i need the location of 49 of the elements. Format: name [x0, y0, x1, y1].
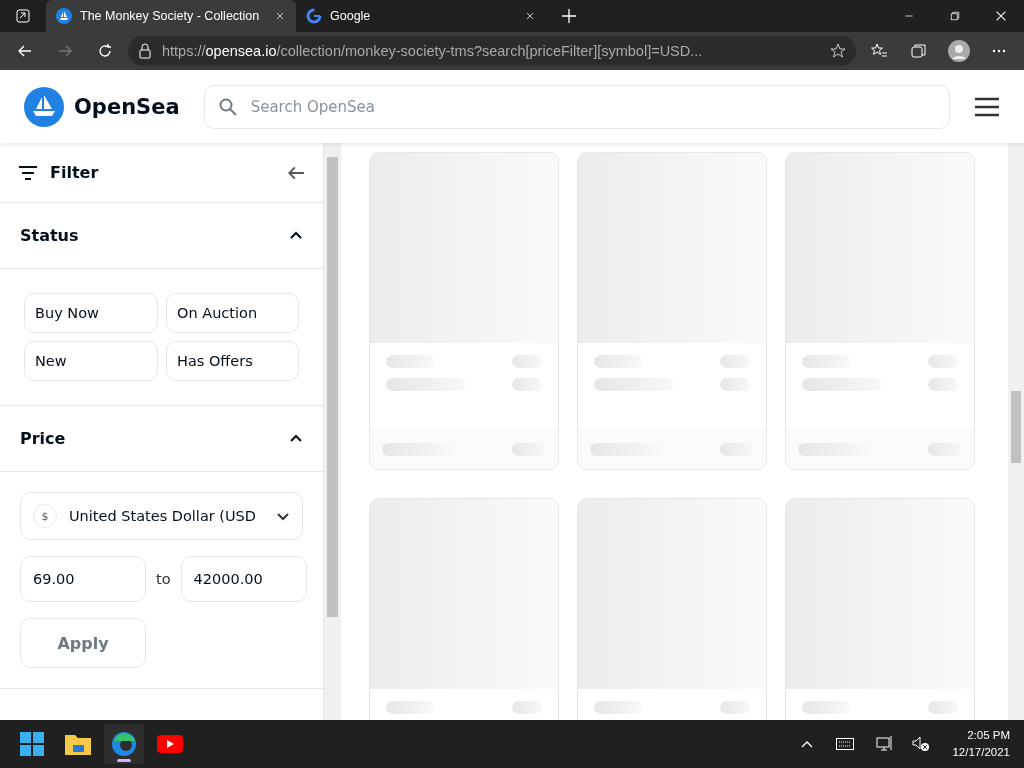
search-icon: [218, 97, 237, 116]
favorites-icon[interactable]: [871, 43, 887, 59]
profile-avatar-icon[interactable]: [948, 40, 970, 62]
keyboard-icon[interactable]: [836, 738, 855, 750]
status-option[interactable]: On Auction: [166, 293, 299, 333]
add-favorite-icon[interactable]: [830, 43, 846, 59]
filter-icon: [18, 165, 38, 180]
section-title: Status: [20, 226, 80, 245]
network-icon[interactable]: [876, 735, 895, 753]
scrollbar-thumb[interactable]: [1011, 391, 1021, 463]
search-bar[interactable]: Search OpenSea: [203, 84, 950, 129]
ship-logo-icon[interactable]: [24, 86, 64, 127]
back-icon[interactable]: [17, 43, 33, 59]
range-separator: to: [156, 571, 171, 587]
url-text: https://opensea.io/collection/monkey-society-tms?search[priceFilter][symbol]=USD...: [162, 43, 704, 59]
status-option[interactable]: Has Offers: [166, 341, 299, 381]
browser-tab[interactable]: Google: [296, 0, 546, 32]
restore-icon[interactable]: [949, 10, 961, 22]
clock[interactable]: 2:05 PM 12/17/2021: [952, 727, 1012, 761]
apply-button[interactable]: Apply: [20, 618, 146, 668]
min-price-field[interactable]: 69.00: [20, 556, 146, 602]
logo-text[interactable]: OpenSea: [74, 94, 180, 119]
menu-icon[interactable]: [974, 96, 1000, 117]
address-bar[interactable]: https://opensea.io/collection/monkey-society-tms?search[priceFilter][symbol]=USD...: [128, 36, 856, 66]
g-logo-icon: [306, 8, 322, 24]
status-option[interactable]: New: [24, 341, 158, 381]
wave-logo-icon: [111, 731, 137, 757]
currency-dropdown[interactable]: $ United States Dollar (USD: [20, 492, 303, 540]
status-option[interactable]: Buy Now: [24, 293, 158, 333]
close-icon[interactable]: [994, 9, 1008, 23]
lock-icon: [138, 43, 152, 59]
section-title: Price: [20, 429, 67, 448]
filter-title: Filter: [50, 163, 100, 182]
close-icon[interactable]: [524, 10, 536, 22]
max-price-field[interactable]: 42000.00: [180, 556, 307, 602]
tab-actions-icon[interactable]: [15, 8, 31, 24]
refresh-icon[interactable]: [97, 43, 113, 59]
scrollbar-thumb[interactable]: [327, 157, 338, 617]
folder-icon: [65, 733, 91, 755]
new-tab-icon[interactable]: [561, 8, 577, 24]
forward-icon[interactable]: [57, 43, 73, 59]
play-button-icon: [157, 735, 183, 753]
windows-logo-icon: [20, 732, 44, 756]
collections-icon[interactable]: [911, 43, 927, 59]
ship-logo-icon: [56, 8, 72, 24]
browser-tab[interactable]: The Monkey Society - Collection: [46, 0, 296, 32]
taskbar-app[interactable]: [104, 724, 144, 764]
muted-speaker-icon[interactable]: [912, 735, 931, 753]
close-icon[interactable]: [274, 10, 286, 22]
